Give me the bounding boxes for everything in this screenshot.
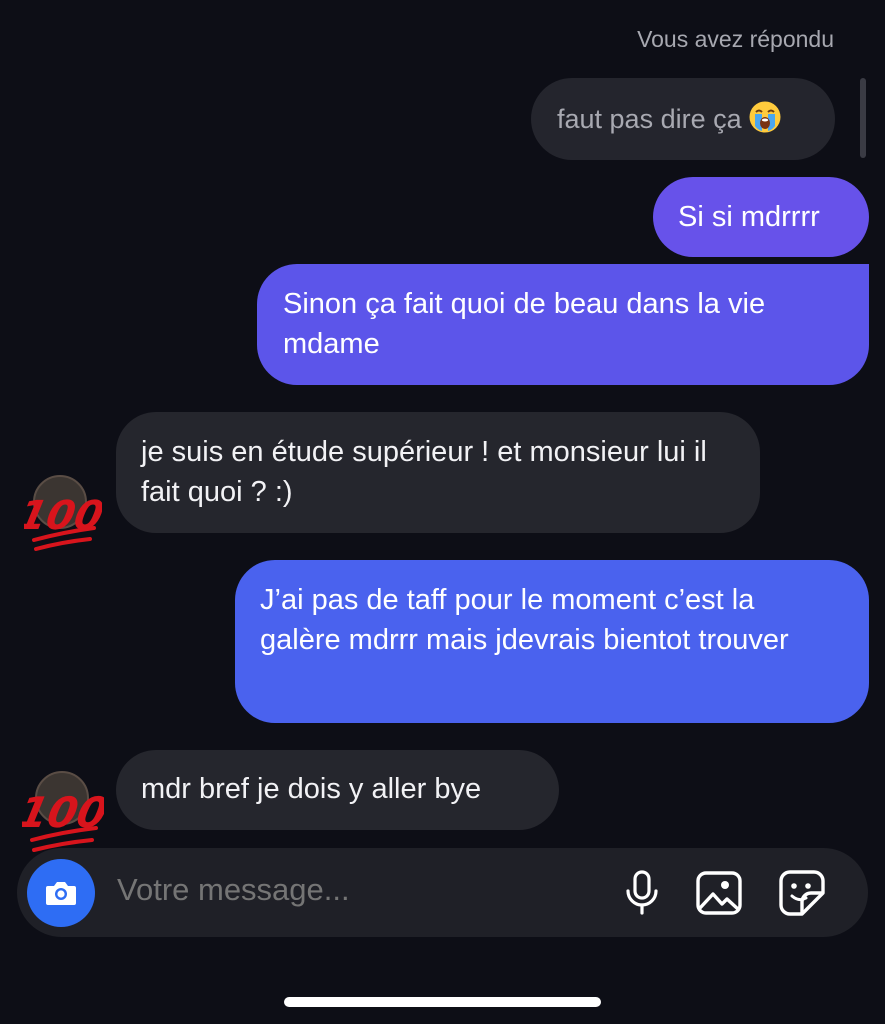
gallery-button[interactable] xyxy=(694,868,744,918)
camera-icon xyxy=(46,882,76,905)
microphone-icon xyxy=(626,870,658,915)
sticker-button[interactable] xyxy=(777,868,827,918)
quoted-reply-bubble[interactable]: faut pas dire ça xyxy=(531,78,835,160)
camera-button[interactable] xyxy=(27,859,95,927)
message-composer xyxy=(17,848,868,937)
svg-text:100: 100 xyxy=(22,789,104,837)
incoming-message-bubble[interactable]: mdr bref je dois y aller bye xyxy=(116,750,559,830)
outgoing-message-bubble[interactable]: J’ai pas de taff pour le moment c’est la… xyxy=(235,560,869,723)
loudly-crying-face-icon xyxy=(748,100,782,145)
reply-label: Vous avez répondu xyxy=(637,26,834,52)
incoming-message-bubble[interactable]: je suis en étude supérieur ! et monsieur… xyxy=(116,412,760,533)
message-input[interactable] xyxy=(117,872,587,908)
chat-screen: Vous avez répondu faut pas dire ça Si si… xyxy=(0,0,885,1024)
quoted-reply-text: faut pas dire ça xyxy=(557,104,742,134)
scrollbar[interactable] xyxy=(860,78,866,158)
home-indicator[interactable] xyxy=(284,997,601,1007)
contact-avatar[interactable]: 100 xyxy=(14,474,108,560)
outgoing-message-bubble[interactable]: Sinon ça fait quoi de beau dans la vie m… xyxy=(257,264,869,385)
hundred-points-icon: 100 xyxy=(14,475,108,551)
outgoing-message-bubble[interactable]: Si si mdrrrr xyxy=(653,177,869,257)
gallery-icon xyxy=(696,871,742,915)
hundred-points-icon: 100 xyxy=(14,771,112,852)
sticker-icon xyxy=(779,870,825,916)
contact-avatar[interactable]: 100 xyxy=(14,770,112,856)
microphone-button[interactable] xyxy=(617,868,667,918)
